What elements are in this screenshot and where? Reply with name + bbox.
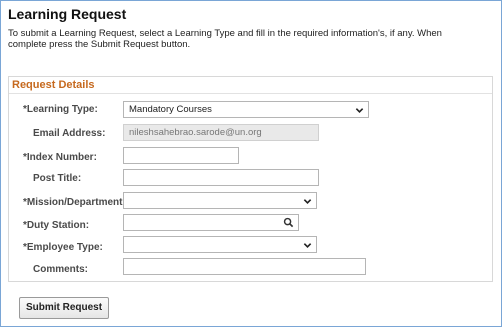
mission-select[interactable] — [123, 192, 317, 209]
comments-input[interactable] — [123, 258, 366, 275]
email-field: nileshsahebrao.sarode@un.org — [123, 124, 319, 141]
intro-line-1: To submit a Learning Request, select a L… — [8, 28, 442, 39]
duty-station-label: *Duty Station: — [23, 220, 90, 231]
chevron-down-icon — [303, 199, 312, 204]
email-value: nileshsahebrao.sarode@un.org — [129, 127, 262, 138]
employee-type-select[interactable] — [123, 236, 317, 253]
duty-station-input[interactable] — [123, 214, 299, 231]
index-number-label: *Index Number: — [23, 152, 97, 163]
learning-type-label: *Learning Type: — [23, 104, 98, 115]
chevron-down-icon — [355, 108, 364, 113]
mission-label: *Mission/Department: — [23, 197, 126, 208]
employee-type-label: *Employee Type: — [23, 242, 103, 253]
section-title: Request Details — [12, 79, 95, 91]
section-divider — [9, 93, 492, 94]
learning-type-select[interactable]: Mandatory Courses — [123, 101, 369, 118]
learning-type-value: Mandatory Courses — [129, 104, 212, 115]
chevron-down-icon — [303, 243, 312, 248]
page-title: Learning Request — [8, 6, 127, 22]
post-title-input[interactable] — [123, 169, 319, 186]
search-icon[interactable] — [283, 217, 294, 228]
intro-line-2: complete press the Submit Request button… — [8, 39, 191, 50]
intro-text: To submit a Learning Request, select a L… — [8, 28, 448, 50]
index-number-input[interactable] — [123, 147, 239, 164]
submit-request-button[interactable]: Submit Request — [19, 297, 109, 319]
